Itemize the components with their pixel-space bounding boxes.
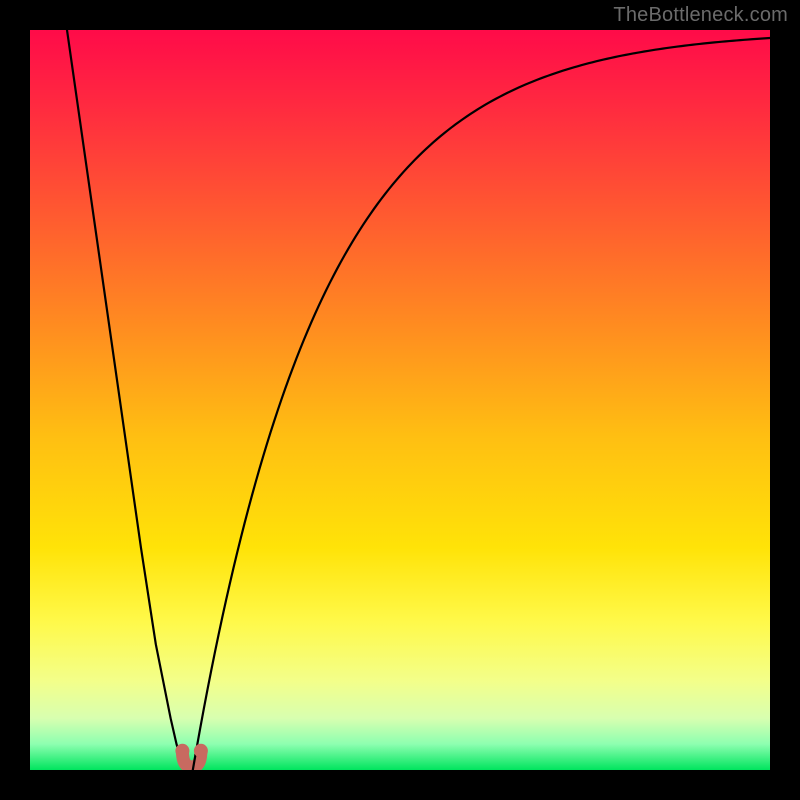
plot-area xyxy=(30,30,770,770)
curve-left-branch xyxy=(67,30,185,769)
curve-right-branch xyxy=(193,38,770,770)
outer-frame: TheBottleneck.com xyxy=(0,0,800,800)
watermark-text: TheBottleneck.com xyxy=(613,4,788,27)
marker-right xyxy=(194,744,208,758)
curve-layer xyxy=(30,30,770,770)
marker-left xyxy=(175,744,189,758)
